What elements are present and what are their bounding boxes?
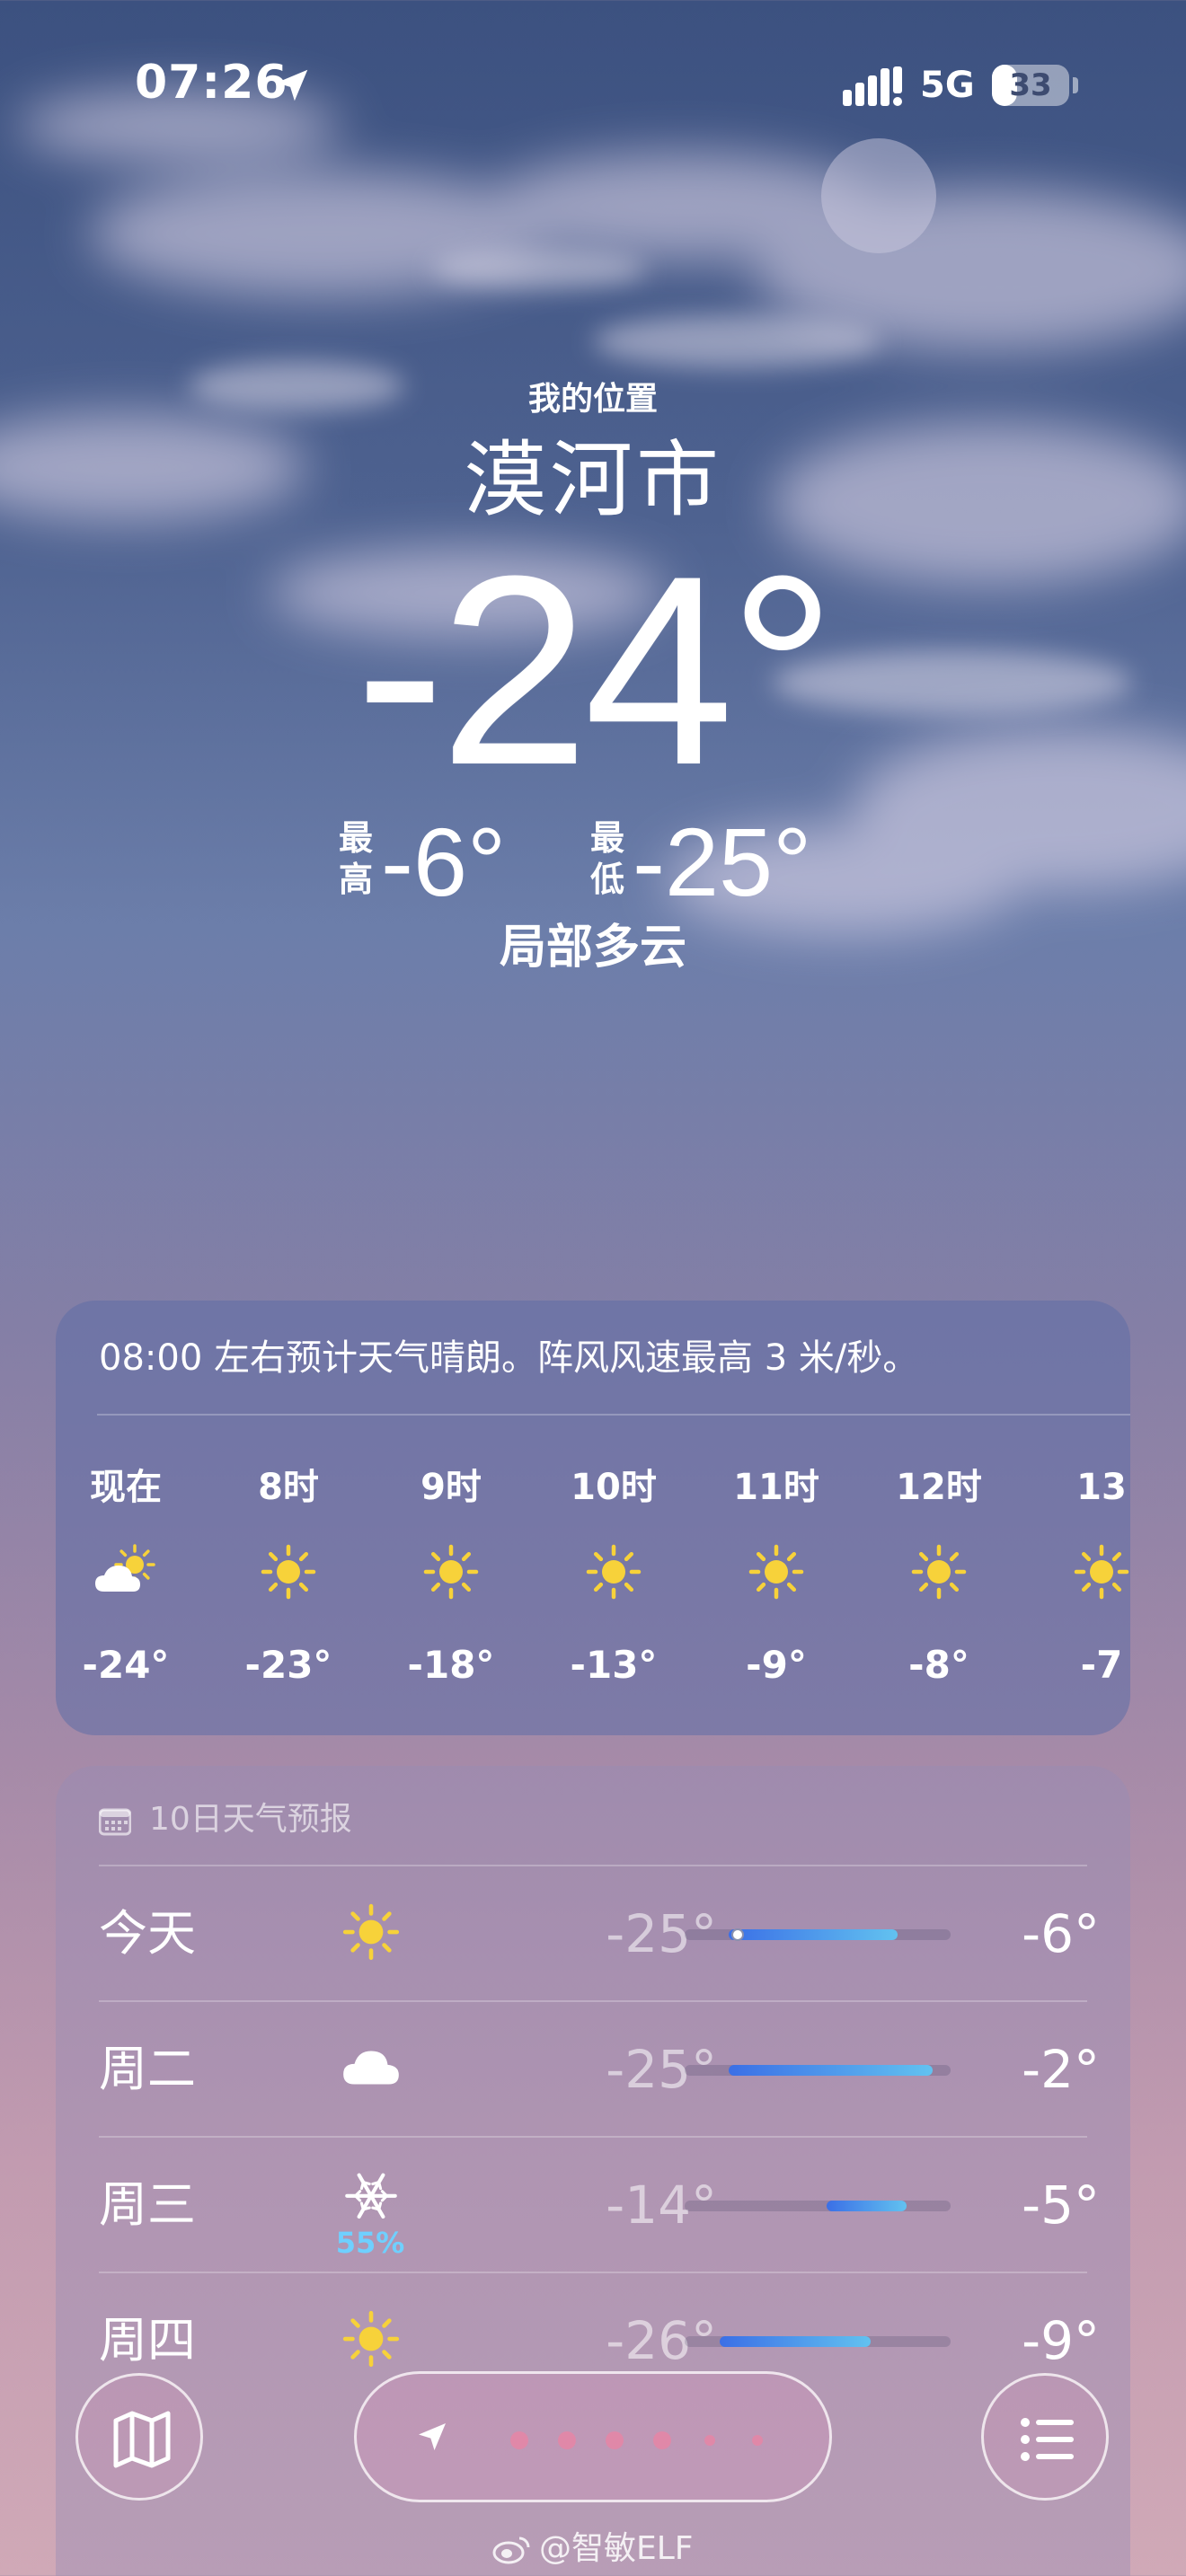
page-dot[interactable] (606, 2431, 624, 2449)
hour-temp: -7 (1080, 1643, 1123, 1687)
sun-icon (338, 2306, 404, 2372)
row-divider (99, 2000, 1087, 2002)
battery-icon: 33 (992, 65, 1069, 106)
page-dot[interactable] (510, 2431, 528, 2449)
sun-icon (256, 1539, 321, 1604)
hour-temp: -24° (82, 1643, 170, 1687)
condition-text: 局部多云 (499, 921, 686, 975)
status-time: 07:26 (135, 56, 288, 110)
calendar-icon (99, 1808, 131, 1836)
high-tag: 最高 (338, 818, 373, 899)
hourly-item: 9时 -18° (379, 1426, 523, 1732)
hour-temp: -18° (407, 1643, 495, 1687)
hourly-divider (97, 1414, 1130, 1416)
hour-label: 8时 (258, 1467, 319, 1508)
page-dot[interactable] (704, 2435, 715, 2446)
city-name: 漠河市 (463, 432, 722, 528)
page-dot[interactable] (752, 2435, 763, 2446)
map-button[interactable] (75, 2373, 203, 2501)
temp-range-fill (729, 2065, 934, 2076)
hour-temp: -23° (244, 1643, 332, 1687)
page-dot[interactable] (558, 2431, 576, 2449)
day-high: -6° (1022, 1903, 1100, 1964)
partly-cloudy-icon (93, 1539, 158, 1604)
weibo-icon (492, 2536, 530, 2564)
hourly-item: 8时 -23° (217, 1426, 360, 1732)
hourly-item: 12时 -8° (867, 1426, 1011, 1732)
hour-temp: -9° (746, 1643, 807, 1687)
temp-range-bar (685, 2065, 951, 2076)
hour-label: 12时 (896, 1467, 982, 1508)
temp-range-fill (729, 1929, 898, 1940)
hour-label: 11时 (733, 1467, 819, 1508)
network-type: 5G (920, 65, 975, 106)
hourly-forecast-card[interactable]: 08:00 左右预计天气晴朗。阵风风速最高 3 米/秒。 现在 -24° 8时 -23… (56, 1301, 1130, 1735)
hourly-item: 11时 -9° (704, 1426, 848, 1732)
battery-percent: 33 (1009, 67, 1052, 103)
hour-label: 13 (1076, 1467, 1127, 1508)
row-divider (99, 1865, 1087, 1866)
day-high: -2° (1022, 2039, 1100, 2100)
forecast-row[interactable]: 周二 -25° -2° (56, 2000, 1130, 2135)
location-label: 我的位置 (527, 381, 658, 418)
city-list-button[interactable] (981, 2373, 1109, 2501)
precip-chance: 55% (335, 2226, 405, 2260)
day-name: 周三 (99, 2176, 196, 2233)
battery-nub (1073, 77, 1078, 93)
hour-temp: -8° (908, 1643, 969, 1687)
day-name: 周二 (99, 2041, 196, 2097)
hourly-item: 现在 -24° (56, 1426, 198, 1732)
row-divider (99, 2136, 1087, 2138)
location-arrow-icon (276, 69, 308, 101)
hourly-scroll[interactable]: 现在 -24° 8时 -23° 9时 -18° 10时 -13° 11时 -9° 12时 -8° 13 -… (56, 1426, 1130, 1732)
sun-icon (581, 1539, 646, 1604)
watermark-text: @智敏ELF (539, 2530, 694, 2567)
sun-icon (1069, 1539, 1130, 1604)
hourly-summary: 08:00 左右预计天气晴朗。阵风风速最高 3 米/秒。 (99, 1337, 919, 1379)
hourly-item: 10时 -13° (542, 1426, 686, 1732)
low-tag: 最低 (589, 818, 624, 899)
page-dot[interactable] (653, 2431, 671, 2449)
sun-icon (907, 1539, 971, 1604)
hour-label: 现在 (90, 1467, 162, 1508)
cloud-icon (338, 2034, 404, 2101)
day-name: 周四 (99, 2312, 196, 2369)
hourly-item: 13 -7 (1030, 1426, 1130, 1732)
sun-icon (419, 1539, 483, 1604)
forecast-row[interactable]: 今天 -25° -6° (56, 1865, 1130, 1999)
day-high: -5° (1022, 2175, 1100, 2236)
day-name: 今天 (99, 1905, 196, 1962)
forecast-title: 10日天气预报 (149, 1801, 352, 1838)
high-value: -6° (381, 807, 507, 916)
page-indicator[interactable] (354, 2371, 832, 2502)
low-value: -25° (633, 807, 812, 916)
list-icon (1021, 2418, 1074, 2461)
sun-icon (338, 1899, 404, 1965)
map-icon (113, 2411, 171, 2468)
forecast-row[interactable]: 周三 55% -14° -5° (56, 2136, 1130, 2271)
hour-label: 9时 (420, 1467, 482, 1508)
temp-range-fill (826, 2201, 907, 2211)
temp-range-fill (720, 2336, 872, 2347)
row-divider (99, 2272, 1087, 2273)
hour-label: 10时 (571, 1467, 657, 1508)
current-temperature: -24° (355, 519, 836, 821)
temp-range-bar (685, 2336, 951, 2347)
day-high: -9° (1022, 2310, 1100, 2371)
status-bar: 07:26 5G 33 (0, 0, 1186, 180)
location-arrow-icon (419, 2423, 446, 2450)
hour-temp: -13° (570, 1643, 658, 1687)
temp-range-bar (685, 1928, 951, 1941)
sun-icon (744, 1539, 809, 1604)
temp-range-bar (685, 2201, 951, 2211)
signal-icon (843, 66, 902, 106)
current-weather: 我的位置 漠河市 -24° 最高 -6° 最低 -25° 局部多云 (0, 377, 1186, 975)
high-low: 最高 -6° 最低 -25° (0, 808, 1186, 916)
